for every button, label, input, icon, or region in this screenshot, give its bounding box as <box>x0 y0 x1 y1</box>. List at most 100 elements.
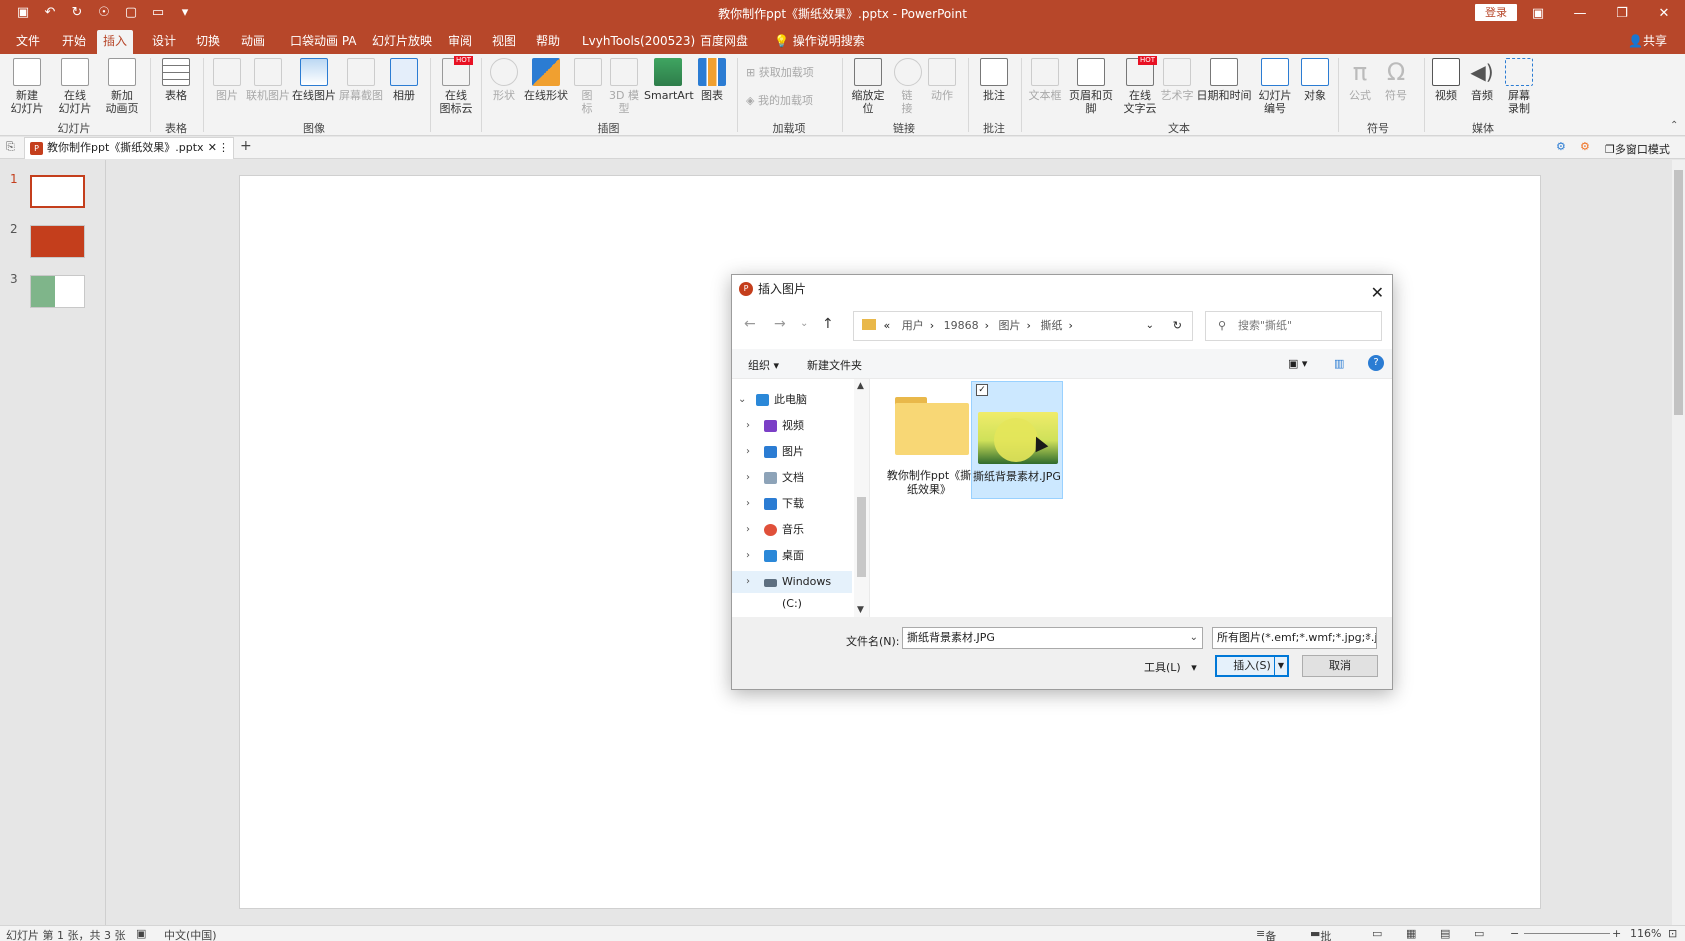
login-button[interactable]: 登录 <box>1475 4 1517 21</box>
scroll-down-icon[interactable]: ▼ <box>857 605 864 615</box>
address-dropdown-icon[interactable]: ⌄ <box>1146 312 1154 340</box>
new-folder-button[interactable]: 新建文件夹 <box>807 357 862 373</box>
tab-baidu-netdisk[interactable]: 百度网盘 <box>694 30 754 52</box>
online-text-cloud-button[interactable]: HOT 在线 文字云 <box>1122 56 1158 115</box>
zoom-in-icon[interactable]: + <box>1612 927 1621 940</box>
notes-button[interactable]: ≡ 备注 <box>1256 927 1276 941</box>
organize-button[interactable]: 组织 ▾ <box>748 357 779 373</box>
nav-item-music[interactable]: › 音乐 <box>732 519 852 541</box>
recent-locations-icon[interactable]: ⌄ <box>800 318 808 329</box>
3d-model-button[interactable]: 3D 模 型 <box>606 58 642 115</box>
chevron-down-icon[interactable]: ⌄ <box>738 389 746 411</box>
tell-me-search[interactable]: 💡 操作说明搜索 <box>768 30 871 52</box>
nav-item-this-pc[interactable]: ⌄ 此电脑 <box>732 389 852 411</box>
comment-button[interactable]: 批注 <box>976 58 1012 102</box>
close-icon[interactable]: ✕ <box>1371 279 1384 307</box>
tab-review[interactable]: 审阅 <box>442 30 478 52</box>
more-icon[interactable]: ⋮ <box>218 138 229 158</box>
checkbox-checked-icon[interactable]: ✓ <box>976 384 988 396</box>
address-bar[interactable]: « 用户 › 19868 › 图片 › 撕纸 › ⌄ ↻ <box>853 311 1193 341</box>
minimize-icon[interactable]: — <box>1559 0 1601 26</box>
add-tab-icon[interactable]: + <box>240 138 252 154</box>
link-button[interactable]: 链 接 <box>894 58 922 115</box>
nav-item-desktop[interactable]: › 桌面 <box>732 545 852 567</box>
album-button[interactable]: 相册 <box>388 58 420 102</box>
fit-to-window-icon[interactable]: ⊡ <box>1668 927 1677 940</box>
zoom-button[interactable]: 缩放定 位 <box>848 58 888 115</box>
tab-animations[interactable]: 动画 <box>235 30 271 52</box>
chart-button[interactable]: 图表 <box>696 58 728 102</box>
wordart-button[interactable]: 艺术字 <box>1160 58 1194 102</box>
cancel-button[interactable]: 取消 <box>1302 655 1378 677</box>
share-button[interactable]: 👤共享 <box>1628 32 1667 49</box>
tab-help[interactable]: 帮助 <box>530 30 566 52</box>
online-shapes-button[interactable]: 在线形状 <box>524 58 568 102</box>
online-picture-button[interactable]: 联机图片 <box>246 58 290 102</box>
refresh-icon[interactable]: ↻ <box>1173 312 1182 340</box>
slideshow-icon[interactable]: ▭ <box>1474 927 1484 940</box>
preview-pane-icon[interactable]: ▥ <box>1334 357 1344 370</box>
breadcrumb-user[interactable]: 19868 <box>944 319 979 332</box>
scroll-up-icon[interactable]: ▲ <box>857 381 864 391</box>
online-icon-cloud-button[interactable]: HOT 在线 图标云 <box>436 56 476 115</box>
chevron-right-icon[interactable]: › <box>746 571 750 593</box>
chevron-right-icon[interactable]: › <box>746 467 750 489</box>
view-options-icon[interactable]: ▣ ▾ <box>1288 357 1307 370</box>
zoom-out-icon[interactable]: − <box>1510 927 1519 940</box>
up-icon[interactable]: ↑ <box>822 316 834 332</box>
my-addins-button[interactable]: ◈ 我的加载项 <box>746 94 836 107</box>
slide-sorter-icon[interactable]: ▦ <box>1406 927 1416 940</box>
slide-thumbnail-1[interactable] <box>30 175 85 208</box>
tab-design[interactable]: 设计 <box>146 30 182 52</box>
new-anim-page-button[interactable]: 新加 动画页 <box>100 58 144 115</box>
nav-item-documents[interactable]: › 文档 <box>732 467 852 489</box>
comments-button[interactable]: ▬ 批注 <box>1310 927 1331 941</box>
chevron-right-icon[interactable]: › <box>746 415 750 437</box>
scroll-thumb[interactable] <box>1674 170 1683 415</box>
chevron-down-icon[interactable]: ⌄ <box>1190 628 1198 648</box>
breadcrumb-overflow[interactable]: « <box>884 319 891 332</box>
chevron-right-icon[interactable]: › <box>746 519 750 541</box>
online-image-button[interactable]: 在线图片 <box>292 58 336 102</box>
tab-view[interactable]: 视图 <box>486 30 522 52</box>
tab-slideshow[interactable]: 幻灯片放映 <box>366 30 438 52</box>
tools-button[interactable]: 工具(L) ▾ <box>1144 659 1197 675</box>
equation-button[interactable]: π 公式 <box>1344 58 1376 102</box>
insert-button[interactable]: 插入(S) ▼ <box>1215 655 1289 677</box>
vertical-scrollbar[interactable] <box>1672 160 1685 925</box>
textbox-button[interactable]: 文本框 <box>1026 58 1064 102</box>
screenshot-button[interactable]: 屏幕截图 <box>338 58 384 102</box>
file-item-image[interactable]: ✓ 撕纸背景素材.JPG <box>971 381 1063 499</box>
header-footer-button[interactable]: 页眉和页脚 <box>1064 58 1118 115</box>
tab-menu-icon[interactable]: ⎘ <box>6 140 15 154</box>
online-slide-button[interactable]: 在线 幻灯片 <box>54 58 96 115</box>
breadcrumb-pictures[interactable]: 图片 <box>999 319 1021 332</box>
nav-scrollbar[interactable]: ▲ ▼ <box>854 379 869 617</box>
help-icon[interactable]: ? <box>1368 355 1384 371</box>
chevron-right-icon[interactable]: › <box>746 441 750 463</box>
screen-record-button[interactable]: 屏幕 录制 <box>1502 58 1536 115</box>
icons-button[interactable]: 图 标 <box>574 58 602 115</box>
pin-icon[interactable]: ⚙ <box>1556 140 1566 153</box>
collapse-ribbon-icon[interactable]: ⌃ <box>1670 120 1678 131</box>
chevron-right-icon[interactable]: › <box>746 545 750 567</box>
document-tab[interactable]: P 教你制作ppt《撕纸效果》.pptx ✕ ⋮ <box>24 137 234 159</box>
tab-home[interactable]: 开始 <box>56 30 92 52</box>
filename-input[interactable]: 撕纸背景素材.JPG ⌄ <box>902 627 1203 649</box>
video-button[interactable]: 视频 <box>1430 58 1462 102</box>
file-item-folder[interactable]: 教你制作ppt《撕纸效果》 <box>883 381 975 499</box>
nav-item-windows-c[interactable]: › Windows (C:) <box>732 571 852 610</box>
shapes-button[interactable]: 形状 <box>488 58 520 102</box>
scroll-thumb[interactable] <box>857 497 866 577</box>
slide-number-button[interactable]: 幻灯片 编号 <box>1254 58 1296 115</box>
symbol-button[interactable]: Ω 符号 <box>1380 58 1412 102</box>
audio-button[interactable]: ◀) 音频 <box>1466 58 1498 102</box>
close-tab-icon[interactable]: ✕ <box>208 138 217 158</box>
insert-dropdown-icon[interactable]: ▼ <box>1274 657 1287 675</box>
search-box[interactable]: ⚲ 搜索"撕纸" <box>1205 311 1382 341</box>
tab-insert[interactable]: 插入 <box>97 30 134 54</box>
zoom-slider[interactable] <box>1524 933 1610 934</box>
normal-view-icon[interactable]: ▭ <box>1372 927 1382 940</box>
chevron-down-icon[interactable]: ⌄ <box>1364 628 1372 648</box>
back-icon[interactable]: ← <box>744 316 756 332</box>
